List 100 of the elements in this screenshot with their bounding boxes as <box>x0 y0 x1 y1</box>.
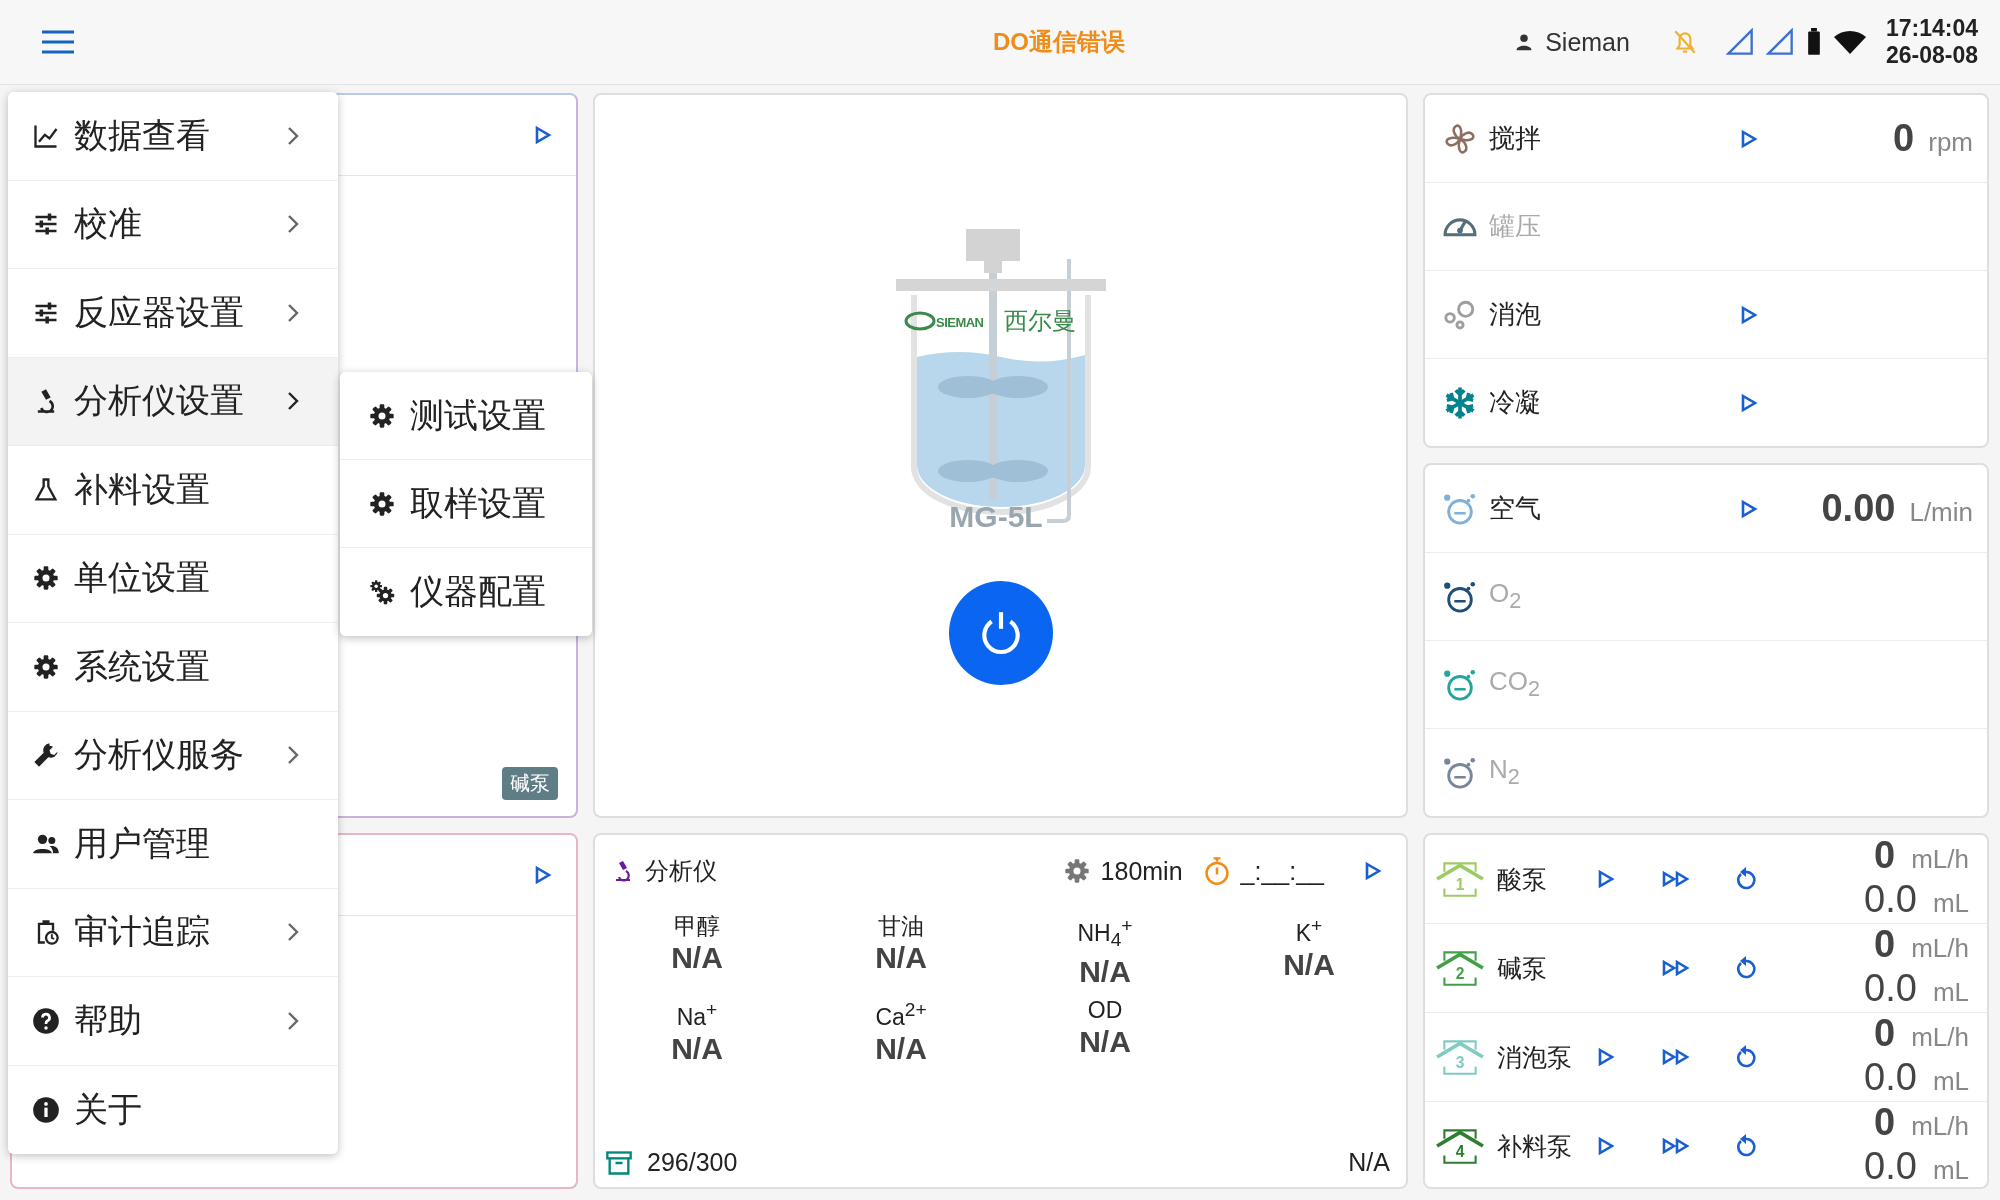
control-label: O$_{2}$ <box>1489 578 1522 615</box>
reset-button[interactable] <box>1734 955 1758 981</box>
rate-value: 0 <box>1874 1013 1896 1053</box>
play-button[interactable] <box>1740 304 1758 325</box>
rate-value: 0 <box>1874 924 1896 964</box>
status-time: 17:14:04 <box>1885 15 1978 42</box>
play-icon <box>1740 498 1758 519</box>
settings-icon <box>368 401 396 430</box>
pump-label: 酸泵 <box>1497 863 1548 895</box>
menu-item[interactable]: 补料设置 <box>8 446 338 535</box>
rate-value: 0 <box>1874 835 1896 875</box>
play-icon <box>1740 128 1758 149</box>
play-icon <box>1364 861 1382 881</box>
fast-forward-button[interactable] <box>1661 958 1691 978</box>
fast-forward-icon <box>1661 869 1691 889</box>
menu-item[interactable]: 反应器设置 <box>8 269 338 358</box>
rate-unit: mL/h <box>1911 1110 1969 1143</box>
brand-name: 西尔曼 <box>1003 307 1076 334</box>
fast-forward-button[interactable] <box>1661 869 1691 889</box>
wifi-icon <box>1833 29 1866 55</box>
reading-name: Na$^{+}$ <box>676 998 718 1032</box>
pump-label: 碱泵 <box>1497 952 1548 984</box>
control-label: 罐压 <box>1489 210 1541 243</box>
menu-item[interactable]: 数据查看 <box>8 92 338 181</box>
reading-name: OD <box>1087 996 1123 1026</box>
menu-item[interactable]: 校准 <box>8 180 338 269</box>
timer-text: _:__:__ <box>1240 856 1324 886</box>
snowflake-icon <box>1443 385 1477 420</box>
rate-unit: mL/h <box>1911 843 1969 876</box>
play-icon <box>1597 1136 1615 1156</box>
menu-item[interactable]: 仪器配置 <box>340 548 592 636</box>
gears-icon <box>368 578 396 606</box>
control-label: CO$_{2}$ <box>1489 666 1541 703</box>
reading-name: K$^{+}$ <box>1295 914 1323 948</box>
reset-icon <box>1734 1133 1758 1159</box>
menu-item[interactable]: 用户管理 <box>8 800 338 889</box>
play-button[interactable] <box>1597 869 1615 889</box>
fast-forward-icon <box>1661 1047 1691 1067</box>
menu-item[interactable]: 系统设置 <box>8 623 338 712</box>
play-icon <box>534 125 552 145</box>
play-button[interactable] <box>534 125 552 145</box>
play-button[interactable] <box>1364 861 1382 881</box>
reading-unit: L/min <box>1909 497 1973 528</box>
reading-name: 甘油 <box>878 912 924 941</box>
reading-value: N/A <box>671 1031 723 1066</box>
volume-unit: mL <box>1932 1065 1969 1098</box>
volume-value: 0.0 <box>1864 1146 1917 1186</box>
volume-value: 0.0 <box>1864 1057 1917 1097</box>
gas-bubble-icon <box>1443 755 1477 790</box>
flask-icon <box>32 475 60 504</box>
gas-bubble-icon <box>1443 491 1477 526</box>
menu-item[interactable]: 关于 <box>8 1065 338 1154</box>
menu-item[interactable]: 分析仪服务 <box>8 711 338 800</box>
reading-value: 0 <box>1893 117 1915 160</box>
reset-button[interactable] <box>1734 866 1758 892</box>
play-button[interactable] <box>1740 392 1758 413</box>
pump-tag: 碱泵 <box>502 767 558 800</box>
play-button[interactable] <box>1597 1136 1615 1156</box>
play-icon <box>534 865 552 885</box>
control-label: 冷凝 <box>1489 386 1541 419</box>
play-button[interactable] <box>534 865 552 885</box>
status-date: 26-08-08 <box>1885 42 1978 69</box>
reading-value: N/A <box>875 1031 927 1066</box>
volume-unit: mL <box>1932 887 1969 920</box>
analyzer-title: 分析仪 <box>645 856 717 886</box>
timer-icon <box>1202 856 1231 886</box>
fast-forward-button[interactable] <box>1661 1047 1691 1067</box>
play-button[interactable] <box>1597 1047 1615 1067</box>
menu-item[interactable]: 测试设置 <box>340 372 592 460</box>
fast-forward-icon <box>1661 958 1691 978</box>
play-button[interactable] <box>1740 128 1758 149</box>
reading-value: N/A <box>671 941 723 975</box>
menu-icon <box>41 29 75 55</box>
reset-button[interactable] <box>1734 1133 1758 1159</box>
user-name: Sieman <box>1545 27 1630 57</box>
menu-item[interactable]: 取样设置 <box>340 460 592 548</box>
volume-value: 0.0 <box>1864 879 1917 919</box>
brand-logo: SIEMAN <box>935 315 984 330</box>
menu-item[interactable]: 单位设置 <box>8 534 338 623</box>
pump-label: 补料泵 <box>1497 1130 1573 1162</box>
play-button[interactable] <box>1740 498 1758 519</box>
menu-item[interactable]: 审计追踪 <box>8 888 338 977</box>
control-label: 消泡 <box>1489 298 1541 331</box>
interval-text: 180min <box>1100 856 1183 886</box>
reading-name: Ca$^{2+}$ <box>875 998 927 1032</box>
menu-item[interactable]: 帮助 <box>8 977 338 1066</box>
fast-forward-button[interactable] <box>1661 1136 1691 1156</box>
reading-value: 0.00 <box>1821 487 1896 530</box>
settings-icon <box>32 564 60 593</box>
volume-unit: mL <box>1932 1154 1969 1187</box>
menu-item[interactable]: 分析仪设置 <box>8 357 338 446</box>
info-icon <box>32 1095 60 1124</box>
volume-unit: mL <box>1932 976 1969 1009</box>
volume-value: 0.0 <box>1864 968 1917 1008</box>
user-icon <box>1515 33 1534 51</box>
fast-forward-icon <box>1661 1136 1691 1156</box>
reading-name: 甲醇 <box>674 912 720 941</box>
model-label: MG-5L <box>948 500 1043 533</box>
settings-icon <box>1062 857 1091 885</box>
reset-button[interactable] <box>1734 1044 1758 1070</box>
